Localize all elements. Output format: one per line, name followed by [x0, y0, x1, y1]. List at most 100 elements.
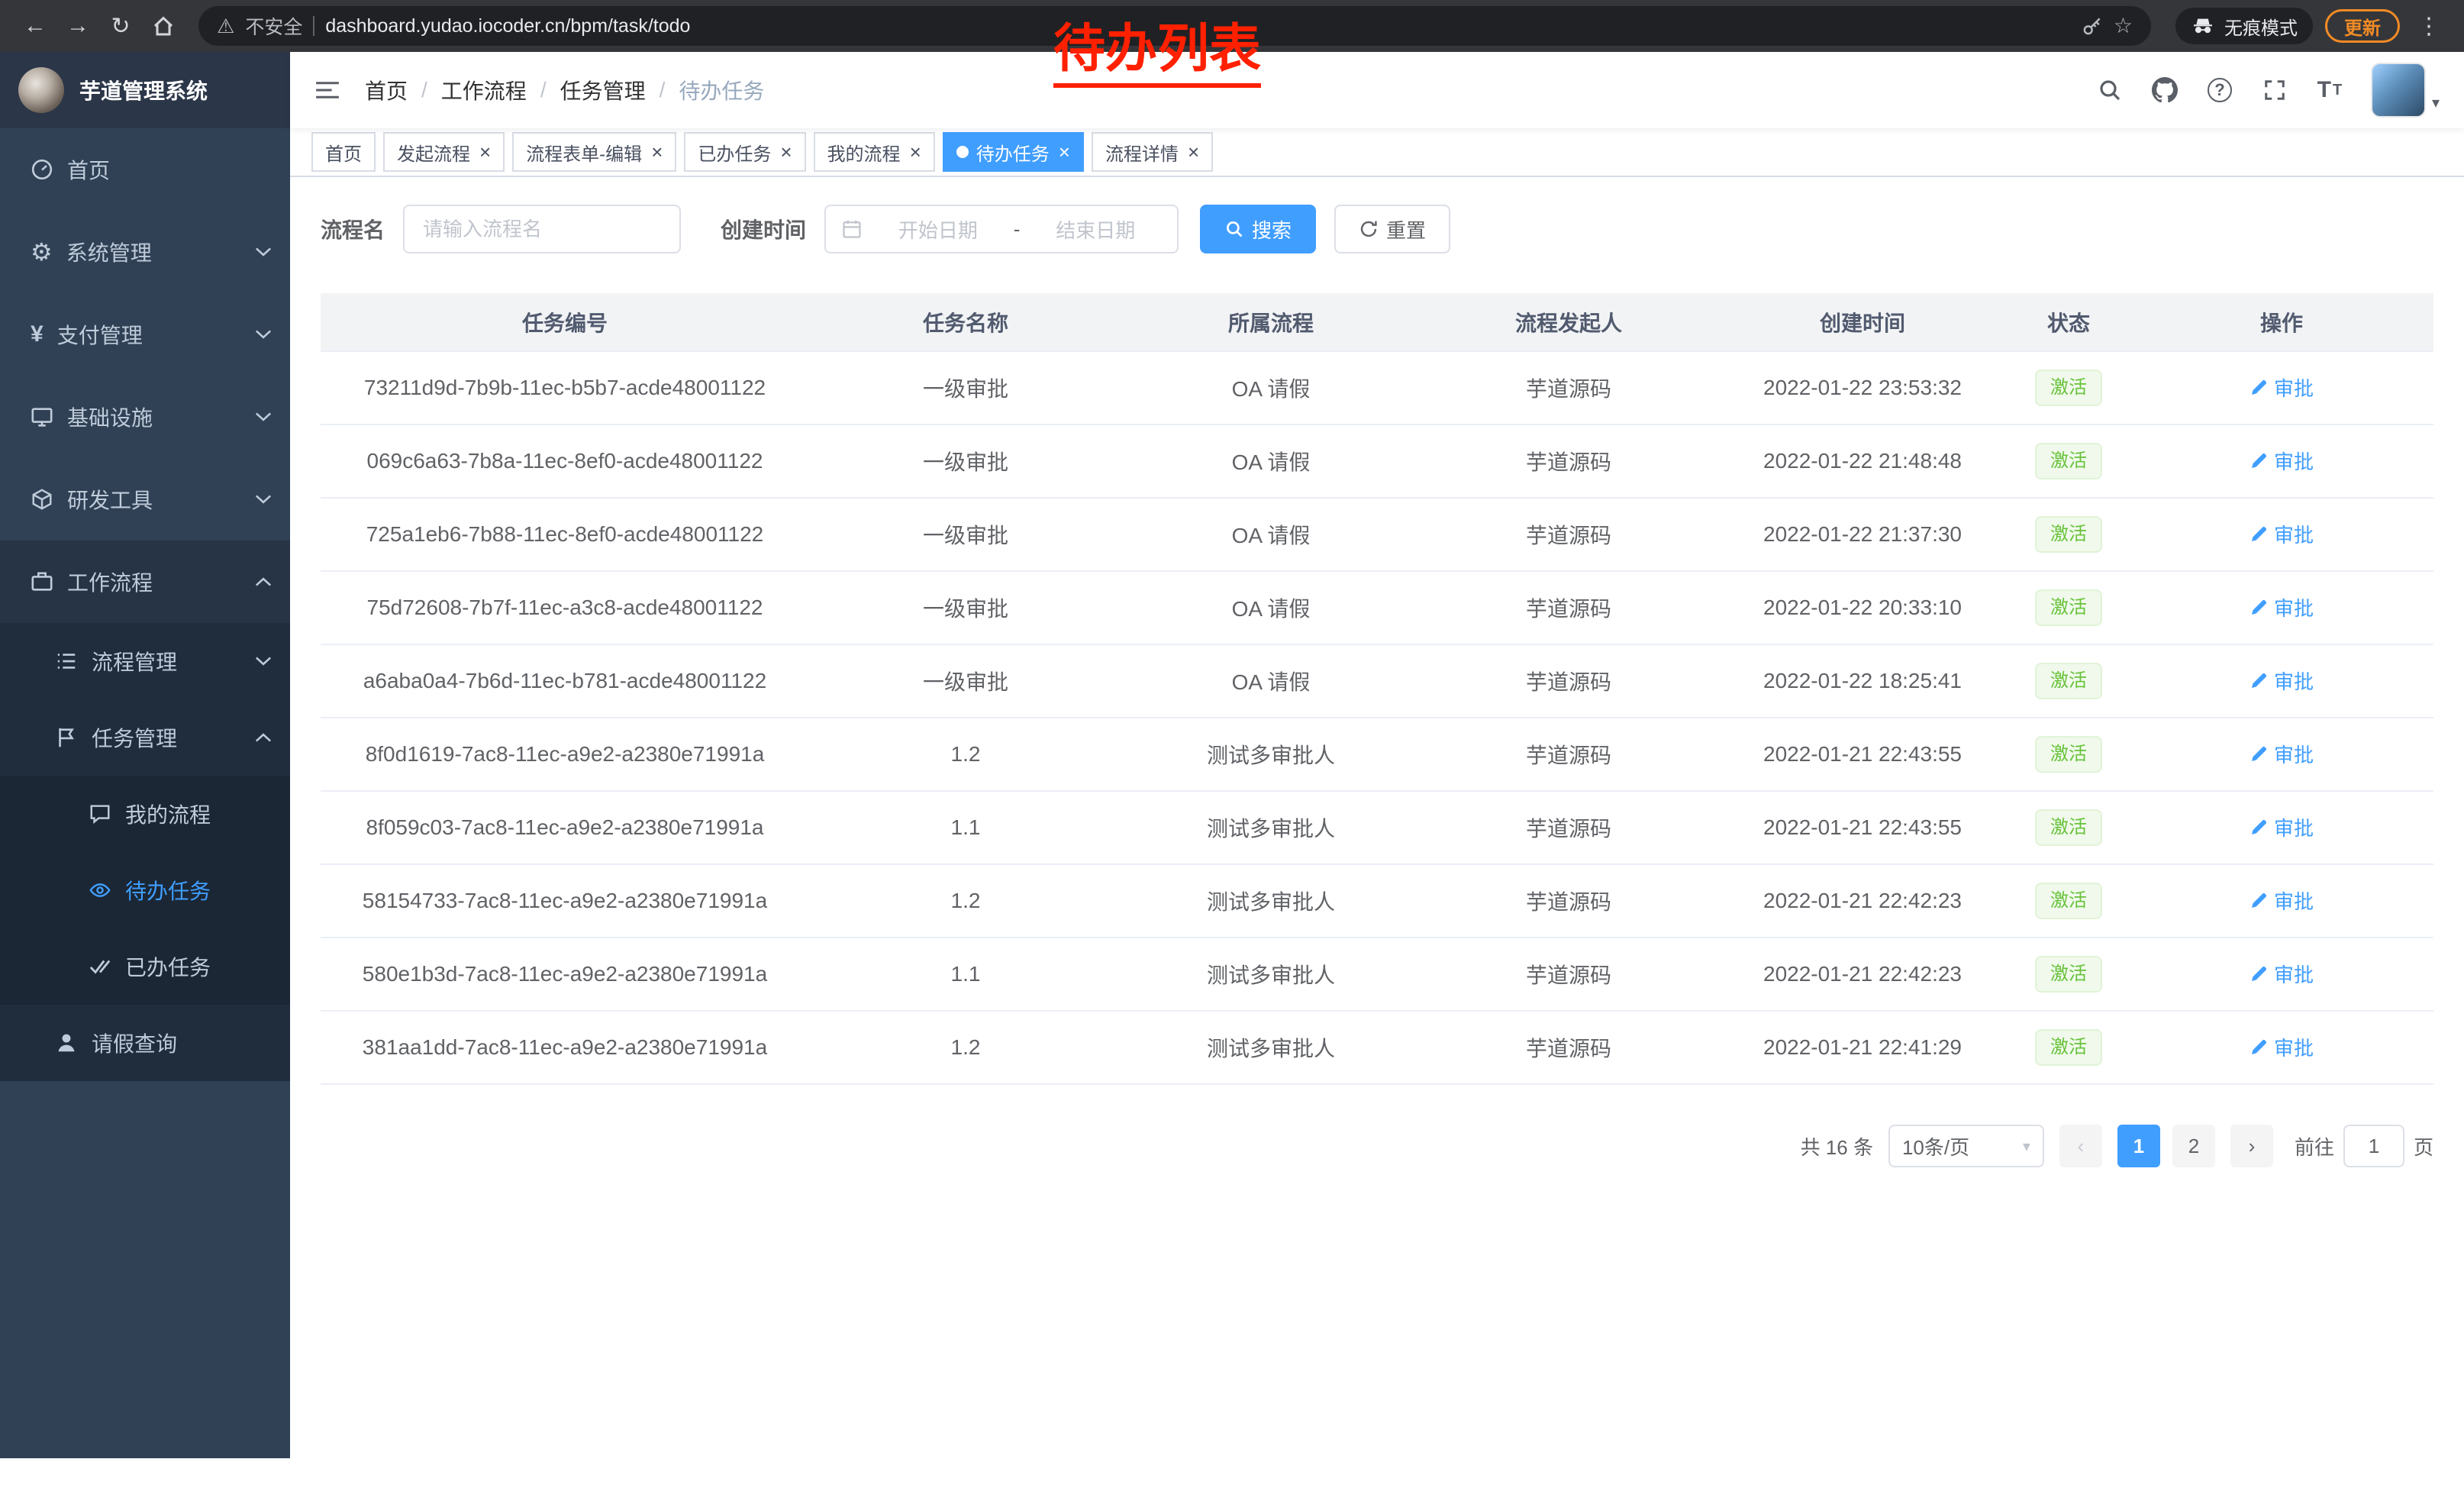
help-icon[interactable]: ?: [2194, 52, 2246, 128]
breadcrumb-item[interactable]: 首页: [365, 75, 408, 105]
sidebar-item-home[interactable]: 首页: [0, 128, 290, 211]
reset-button[interactable]: 重置: [1334, 205, 1450, 253]
table-row: 8f0d1619-7ac8-11ec-a9e2-a2380e71991a1.2测…: [321, 718, 2433, 791]
tab-form-edit[interactable]: 流程表单-编辑×: [512, 132, 676, 172]
action-cell: 审批: [2130, 351, 2433, 424]
approve-label: 审批: [2274, 1033, 2314, 1061]
task-id-cell: 75d72608-7b7f-11ec-a3c8-acde48001122: [321, 571, 809, 644]
key-icon[interactable]: [2082, 15, 2103, 37]
calendar-icon: [841, 218, 863, 240]
breadcrumb-item[interactable]: 工作流程: [441, 75, 527, 105]
sidebar-item-task-management[interactable]: 任务管理: [0, 699, 290, 776]
menu-dots-icon[interactable]: ⋮: [2409, 6, 2449, 46]
sidebar-item-system[interactable]: ⚙系统管理: [0, 211, 290, 293]
sidebar-item-leave-query[interactable]: 请假查询: [0, 1005, 290, 1081]
page-size-select[interactable]: 10条/页 ▾: [1888, 1125, 2044, 1167]
process-name-input[interactable]: [403, 205, 681, 253]
status-badge: 激活: [2035, 443, 2102, 479]
search-button[interactable]: 搜索: [1200, 205, 1316, 253]
forward-button[interactable]: →: [58, 6, 98, 46]
search-icon[interactable]: [2084, 52, 2136, 128]
sidebar-item-done-tasks[interactable]: 已办任务: [0, 928, 290, 1005]
fullscreen-icon[interactable]: [2249, 52, 2301, 128]
pen-icon: [2250, 1038, 2268, 1057]
action-cell: 审批: [2130, 498, 2433, 571]
close-icon[interactable]: ×: [479, 140, 491, 164]
approve-link[interactable]: 审批: [2250, 886, 2314, 915]
close-icon[interactable]: ×: [910, 140, 921, 164]
sidebar-item-my-process[interactable]: 我的流程: [0, 776, 290, 852]
action-cell: 审批: [2130, 571, 2433, 644]
font-size-icon[interactable]: TT: [2304, 52, 2356, 128]
approve-link[interactable]: 审批: [2250, 593, 2314, 621]
breadcrumb-separator: /: [421, 78, 427, 102]
approve-link[interactable]: 审批: [2250, 667, 2314, 695]
avatar[interactable]: [2371, 63, 2426, 118]
date-range-picker[interactable]: 开始日期 - 结束日期: [824, 205, 1179, 253]
chevron-up-icon: [255, 732, 272, 743]
sidebar-item-todo-tasks[interactable]: 待办任务: [0, 852, 290, 928]
action-cell: 审批: [2130, 1011, 2433, 1084]
bookmark-star-icon[interactable]: ☆: [2114, 15, 2133, 37]
user-menu[interactable]: ▾: [2371, 52, 2440, 128]
status-badge: 激活: [2035, 589, 2102, 626]
sidebar-item-process-management[interactable]: 流程管理: [0, 623, 290, 699]
pen-icon: [2250, 892, 2268, 910]
reload-button[interactable]: ↻: [101, 6, 140, 46]
tab-my-process[interactable]: 我的流程 ×: [814, 132, 935, 172]
tab-done-tasks[interactable]: 已办任务×: [684, 132, 805, 172]
filter-bar: 流程名 创建时间 开始日期 - 结束日期 搜索 重置: [321, 205, 2433, 253]
approve-link[interactable]: 审批: [2250, 740, 2314, 768]
sidebar-item-label: 系统管理: [66, 237, 152, 267]
pen-icon: [2250, 379, 2268, 397]
process-cell: 测试多审批人: [1122, 938, 1420, 1011]
tab-todo-tasks[interactable]: 待办任务×: [943, 132, 1084, 172]
approve-link[interactable]: 审批: [2250, 520, 2314, 548]
home-button[interactable]: [144, 6, 183, 46]
tab-label: 我的流程: [827, 139, 901, 166]
next-page-button[interactable]: ›: [2230, 1125, 2273, 1167]
chevron-down-icon: [255, 412, 272, 422]
main-area: 首页/工作流程/任务管理/待办任务 ? TT ▾ 首页发起流程×流程表单-编辑×…: [290, 52, 2464, 1458]
incognito-badge: 无痕模式: [2175, 8, 2313, 44]
approve-link[interactable]: 审批: [2250, 447, 2314, 475]
task-name-cell: 1.2: [809, 864, 1122, 938]
github-icon[interactable]: [2139, 52, 2191, 128]
back-button[interactable]: ←: [15, 6, 55, 46]
action-cell: 审批: [2130, 718, 2433, 791]
status-cell: 激活: [2008, 644, 2130, 718]
sidebar-item-devtools[interactable]: 研发工具: [0, 458, 290, 541]
tab-process-detail[interactable]: 流程详情×: [1092, 132, 1213, 172]
tab-start-process[interactable]: 发起流程×: [383, 132, 505, 172]
sidebar-item-payment[interactable]: ¥支付管理: [0, 293, 290, 376]
starter-cell: 芋道源码: [1420, 938, 1717, 1011]
close-icon[interactable]: ×: [780, 140, 792, 164]
chevron-down-icon: [255, 329, 272, 340]
approve-link[interactable]: 审批: [2250, 1033, 2314, 1061]
approve-link[interactable]: 审批: [2250, 960, 2314, 988]
range-separator: -: [1014, 218, 1021, 241]
sidebar-item-label: 首页: [67, 154, 110, 185]
sidebar-item-label: 已办任务: [125, 951, 211, 982]
update-button[interactable]: 更新: [2325, 9, 2400, 43]
time-cell: 2022-01-21 22:43:55: [1717, 718, 2008, 791]
close-icon[interactable]: ×: [651, 140, 663, 164]
sidebar-logo[interactable]: 芋道管理系统: [0, 52, 290, 128]
hamburger-icon[interactable]: [314, 80, 340, 100]
breadcrumb-item[interactable]: 任务管理: [560, 75, 646, 105]
task-name-cell: 一级审批: [809, 571, 1122, 644]
page-button-1[interactable]: 1: [2117, 1125, 2160, 1167]
prev-page-button[interactable]: ‹: [2059, 1125, 2102, 1167]
status-cell: 激活: [2008, 864, 2130, 938]
close-icon[interactable]: ×: [1059, 140, 1070, 164]
tab-home[interactable]: 首页: [311, 132, 376, 172]
sidebar-item-infrastructure[interactable]: 基础设施: [0, 376, 290, 458]
column-header: 任务名称: [809, 293, 1122, 351]
approve-link[interactable]: 审批: [2250, 373, 2314, 402]
goto-page-input[interactable]: [2343, 1125, 2404, 1167]
approve-link[interactable]: 审批: [2250, 813, 2314, 841]
sidebar-item-workflow[interactable]: 工作流程: [0, 541, 290, 623]
close-icon[interactable]: ×: [1188, 140, 1199, 164]
chevron-down-icon: [255, 494, 272, 505]
page-button-2[interactable]: 2: [2172, 1125, 2215, 1167]
